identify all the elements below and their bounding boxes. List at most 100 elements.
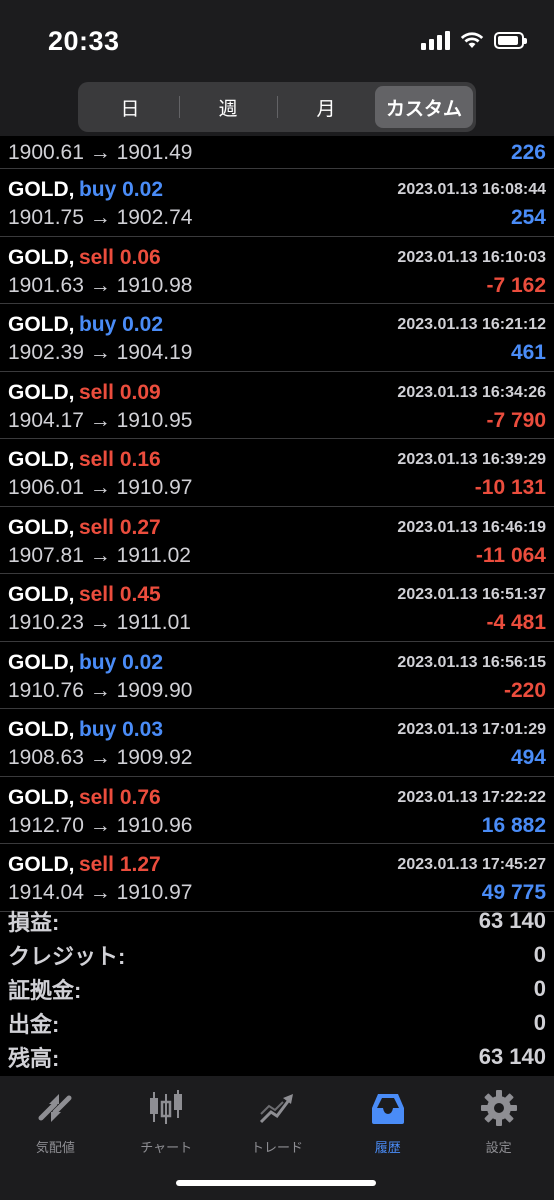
summary-row: 出金: 0 [0, 1006, 554, 1040]
tab-label: 気配値 [35, 1140, 75, 1155]
deal-time: 2023.01.13 16:51:37 [397, 586, 546, 603]
deal-side: buy 0.03 [78, 718, 163, 741]
deal-symbol: GOLD, [8, 785, 75, 809]
deal-title: GOLD, sell 0.06 [8, 246, 161, 270]
deal-prices: 1901.75 → 1902.74 [8, 206, 193, 229]
deal-side: sell 0.16 [78, 448, 161, 471]
deal-symbol: GOLD, [8, 245, 75, 269]
deal-row[interactable]: GOLD, sell 0.27 2023.01.13 16:46:19 1907.8… [0, 507, 554, 574]
period-tab-2[interactable]: 月 [277, 86, 375, 128]
tab-trade[interactable]: トレード [222, 1076, 333, 1156]
deal-details: 1908.63 → 1909.92 494 [8, 745, 546, 771]
deal-row[interactable]: GOLD, buy 0.03 2023.01.13 17:01:29 1908.63… [0, 709, 554, 777]
summary-row: 損益: 63 140 [0, 904, 554, 938]
deal-row[interactable]: GOLD, buy 0.02 2023.01.13 16:56:15 1910.76… [0, 642, 554, 709]
deal-header: GOLD, sell 0.76 2023.01.13 17:22:22 [8, 785, 546, 811]
deal-details: 1914.04 → 1910.97 49 775 [8, 880, 546, 906]
summary-value: 63 140 [478, 908, 546, 933]
deal-row[interactable]: GOLD, sell 0.06 2023.01.13 16:10:03 1901.6… [0, 237, 554, 304]
deal-details: 1901.75 → 1902.74 254 [8, 205, 546, 231]
deal-details: 1906.01 → 1910.97 -10 131 [8, 475, 546, 501]
deal-symbol: GOLD, [8, 380, 75, 404]
deal-row[interactable]: GOLD, sell 0.76 2023.01.13 17:22:22 1912.7… [0, 777, 554, 844]
deal-time: 2023.01.13 16:56:15 [397, 653, 546, 671]
deal-list[interactable]: 1900.61 → 1901.49 226 GOLD, buy 0.02 2023.0… [0, 138, 554, 912]
deal-details: 1902.39 → 1904.19 461 [8, 340, 546, 366]
deal-row[interactable]: GOLD, buy 0.02 2023.01.13 16:08:44 1901.75… [0, 169, 554, 237]
deal-header: GOLD, sell 0.27 2023.01.13 16:46:19 [8, 515, 546, 541]
deal-symbol: GOLD, [8, 650, 75, 674]
period-tab-3[interactable]: カスタム [375, 86, 473, 128]
status-time: 20:33 [48, 26, 120, 56]
chart-icon [146, 1088, 186, 1133]
deal-symbol: GOLD, [8, 313, 75, 336]
deal-side: buy 0.02 [78, 178, 163, 201]
deal-profit: 49 775 [481, 881, 546, 904]
deal-header: GOLD, buy 0.03 2023.01.13 17:01:29 [8, 717, 546, 743]
deal-details: 1912.70 → 1910.96 16 882 [8, 813, 546, 839]
deal-header: GOLD, buy 0.02 2023.01.13 16:56:15 [8, 650, 546, 676]
deal-side: sell 0.45 [78, 583, 161, 606]
deal-title: GOLD, sell 1.27 [8, 853, 161, 877]
tab-label: 設定 [485, 1140, 512, 1155]
deal-title: GOLD, sell 0.76 [8, 786, 161, 810]
deal-row[interactable]: GOLD, sell 0.45 2023.01.13 16:51:37 1910.2… [0, 574, 554, 642]
period-tab-1[interactable]: 週 [179, 86, 277, 128]
deal-row[interactable]: 1900.61 → 1901.49 226 [0, 138, 554, 169]
deal-row[interactable]: GOLD, sell 1.27 2023.01.13 17:45:27 1914.0… [0, 844, 554, 912]
deal-profit: -4 481 [486, 611, 546, 634]
deal-time: 2023.01.13 16:46:19 [397, 518, 546, 536]
deal-prices: 1907.81 → 1911.02 [8, 543, 191, 567]
tab-settings[interactable]: 設定 [443, 1076, 554, 1156]
deal-symbol: GOLD, [8, 583, 75, 606]
status-icons [421, 30, 527, 50]
deal-prices: 1914.04 → 1910.97 [8, 881, 193, 904]
deal-header: GOLD, sell 0.09 2023.01.13 16:34:26 [8, 380, 546, 406]
summary-label: クレジット: [8, 944, 126, 969]
period-tab-0[interactable]: 日 [81, 86, 179, 128]
deal-profit: 494 [510, 746, 546, 769]
deal-prices: 1902.39 → 1904.19 [8, 341, 193, 364]
deal-title: GOLD, sell 0.09 [8, 381, 161, 405]
summary-value: 63 140 [478, 1044, 546, 1069]
deal-profit: 254 [510, 206, 546, 229]
deal-title: GOLD, buy 0.03 [8, 718, 163, 742]
deal-side: buy 0.02 [78, 650, 163, 674]
deal-prices: 1910.23 → 1911.01 [8, 611, 191, 634]
deal-title: GOLD, buy 0.02 [8, 178, 163, 202]
deal-details: 1910.23 → 1911.01 -4 481 [8, 610, 546, 636]
deal-symbol: GOLD, [8, 515, 75, 539]
deal-symbol: GOLD, [8, 718, 75, 741]
cellular-signal-icon [421, 30, 450, 50]
deal-row[interactable]: GOLD, buy 0.02 2023.01.13 16:21:12 1902.39… [0, 304, 554, 372]
deal-header: GOLD, sell 0.16 2023.01.13 16:39:29 [8, 447, 546, 473]
settings-icon [479, 1088, 519, 1133]
tabs: 気配値 チャート トレード 履歴 設定 [0, 1076, 554, 1156]
deal-title: GOLD, sell 0.45 [8, 583, 161, 607]
quotes-icon [35, 1088, 75, 1133]
summary-label: 出金: [8, 1012, 60, 1037]
tab-label: チャート [140, 1140, 193, 1155]
deal-side: sell 1.27 [78, 853, 161, 876]
screen: 20:33 日週月カスタム 1900.61 → 1901.49 226 GOLD, … [0, 0, 554, 1200]
summary-row: クレジット: 0 [0, 938, 554, 972]
deal-row[interactable]: GOLD, sell 0.09 2023.01.13 16:34:26 1904.1… [0, 372, 554, 439]
summary-label: 損益: [8, 910, 60, 935]
deal-header: GOLD, sell 0.45 2023.01.13 16:51:37 [8, 582, 546, 608]
deal-side: sell 0.27 [78, 515, 161, 539]
summary-value: 0 [533, 942, 546, 967]
deal-title: GOLD, sell 0.27 [8, 516, 161, 540]
summary-row: 残高: 63 140 [0, 1040, 554, 1074]
deal-row[interactable]: GOLD, sell 0.16 2023.01.13 16:39:29 1906.0… [0, 439, 554, 507]
deal-time: 2023.01.13 17:22:22 [397, 788, 546, 806]
deal-details: 1910.76 → 1909.90 -220 [8, 678, 546, 704]
deal-details: 1907.81 → 1911.02 -11 064 [8, 543, 546, 569]
deal-header: GOLD, sell 1.27 2023.01.13 17:45:27 [8, 852, 546, 878]
deal-profit: -220 [503, 678, 546, 702]
tab-history[interactable]: 履歴 [332, 1076, 443, 1156]
deal-prices: 1908.63 → 1909.92 [8, 746, 193, 769]
status-bar: 20:33 [0, 0, 554, 80]
tab-chart[interactable]: チャート [111, 1076, 222, 1156]
tab-quotes[interactable]: 気配値 [0, 1076, 111, 1156]
deal-title: GOLD, buy 0.02 [8, 651, 163, 675]
